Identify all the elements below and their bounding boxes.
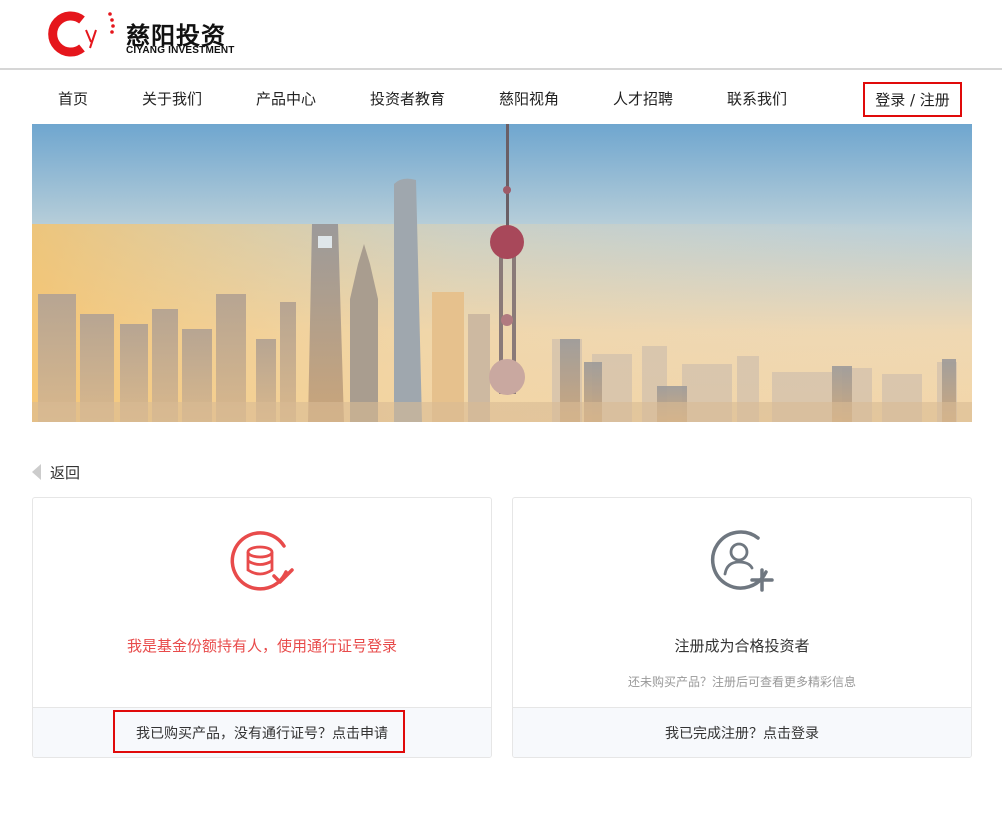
holder-login-title: 我是基金份额持有人，使用通行证号登录: [126, 637, 397, 655]
hero-banner: [32, 124, 972, 422]
site-header: 慈阳投资 CIYANG INVESTMENT: [0, 0, 1002, 70]
site-logo[interactable]: 慈阳投资 CIYANG INVESTMENT: [46, 8, 236, 60]
holder-login-card[interactable]: 我是基金份额持有人，使用通行证号登录 我已购买产品，没有通行证号？点击申请: [32, 497, 492, 758]
back-link[interactable]: 返回: [32, 462, 80, 482]
register-card[interactable]: 注册成为合格投资者 还未购买产品？注册后可查看更多精彩信息 我已完成注册？点击登…: [512, 497, 972, 758]
nav-item-contact[interactable]: 联系我们: [727, 88, 787, 109]
city-skyline-image: [32, 124, 972, 422]
register-title: 注册成为合格投资者: [674, 637, 810, 655]
main-nav: 首页 关于我们 产品中心 投资者教育 慈阳视角 人才招聘 联系我们 登录 / 注…: [0, 72, 1002, 124]
login-register-button[interactable]: 登录 / 注册: [863, 82, 962, 117]
logo-text-en: CIYANG INVESTMENT: [126, 45, 235, 56]
nav-item-investor-education[interactable]: 投资者教育: [370, 88, 445, 109]
holder-card-footer: 我已购买产品，没有通行证号？点击申请: [33, 707, 491, 757]
nav-item-home[interactable]: 首页: [58, 88, 88, 109]
nav-item-careers[interactable]: 人才招聘: [613, 88, 673, 109]
user-add-icon: [711, 530, 774, 592]
register-subtitle: 还未购买产品？注册后可查看更多精彩信息: [627, 675, 856, 689]
coins-check-icon: [230, 531, 294, 591]
triangle-left-icon: [32, 464, 41, 480]
register-card-footer: 我已完成注册？点击登录: [513, 707, 971, 757]
nav-item-products[interactable]: 产品中心: [256, 88, 316, 109]
logo-mark-icon: [48, 11, 115, 57]
nav-item-perspective[interactable]: 慈阳视角: [499, 88, 559, 109]
back-label: 返回: [50, 463, 81, 482]
login-register-label: 登录 / 注册: [875, 91, 950, 109]
nav-item-about[interactable]: 关于我们: [142, 88, 202, 109]
already-registered-login-link[interactable]: 我已完成注册？点击登录: [513, 708, 971, 757]
highlight-box: [113, 710, 405, 753]
